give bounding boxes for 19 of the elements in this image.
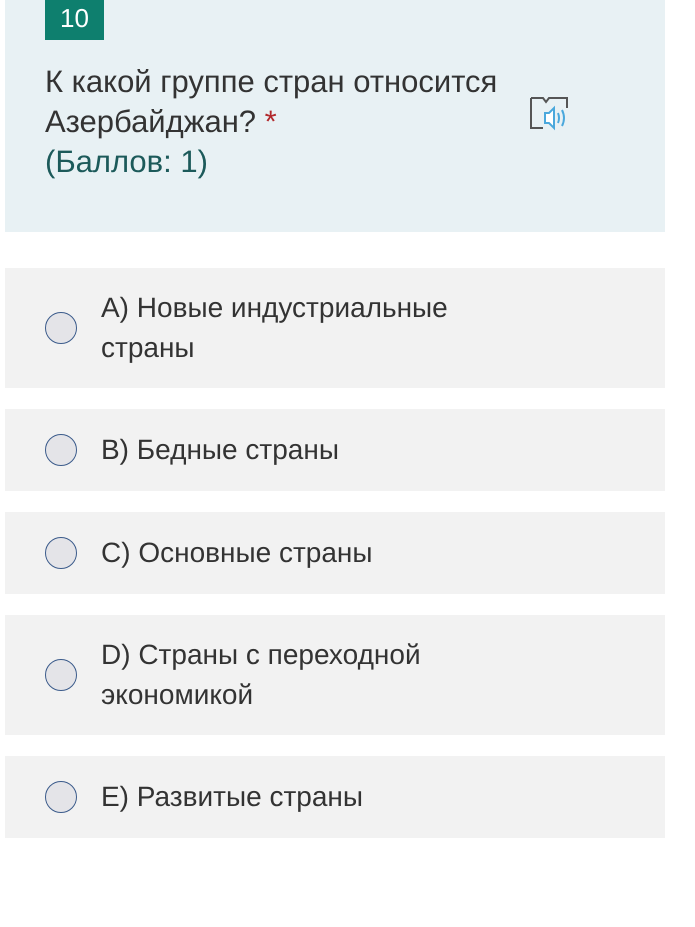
radio-button[interactable]: [45, 312, 77, 344]
option-label: C) Основные страны: [101, 536, 373, 570]
question-text: К какой группе стран относится Азербайджан? *: [45, 63, 498, 141]
radio-button[interactable]: [45, 434, 77, 466]
question-number: 10: [45, 0, 104, 40]
answer-option[interactable]: C) Основные страны: [5, 512, 665, 594]
option-label: E) Развитые страны: [101, 780, 363, 814]
option-label: D) Страны с переходной экономикой: [101, 638, 422, 712]
answer-option[interactable]: D) Страны с переходной экономикой: [5, 615, 665, 735]
option-label: A) Новые индустриальные страны: [101, 291, 449, 365]
immersive-reader-icon[interactable]: [529, 94, 569, 132]
answer-option[interactable]: B) Бедные страны: [5, 409, 665, 491]
radio-button[interactable]: [45, 659, 77, 691]
option-label: B) Бедные страны: [101, 433, 339, 467]
radio-button[interactable]: [45, 781, 77, 813]
answer-option[interactable]: A) Новые индустриальные страны: [5, 268, 665, 388]
answer-option[interactable]: E) Развитые страны: [5, 756, 665, 838]
radio-button[interactable]: [45, 537, 77, 569]
points-label: (Баллов: 1): [45, 143, 209, 181]
